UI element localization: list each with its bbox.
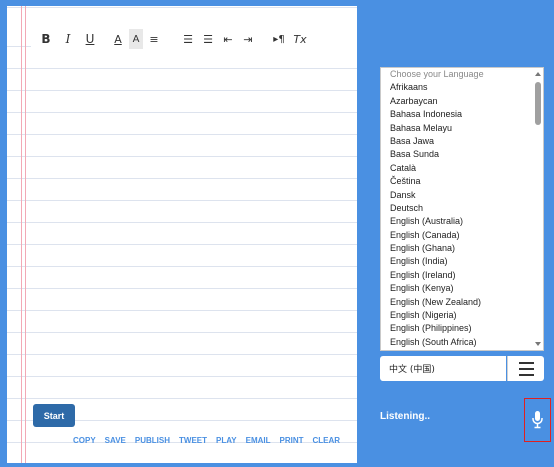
- language-option[interactable]: Català: [381, 162, 543, 175]
- align-button[interactable]: ≡: [147, 29, 161, 49]
- language-option[interactable]: Basa Sunda: [381, 148, 543, 161]
- microphone-button[interactable]: [524, 398, 551, 442]
- formatting-toolbar: B I U A A ≡ ☰ ☰ ⇤ ⇥ ▸¶ Tx: [31, 26, 357, 52]
- language-option[interactable]: Deutsch: [381, 202, 543, 215]
- print-link[interactable]: PRINT: [280, 436, 304, 445]
- language-option[interactable]: Azarbaycan: [381, 95, 543, 108]
- email-link[interactable]: EMAIL: [246, 436, 271, 445]
- language-listbox[interactable]: Choose your Language Afrikaans Azarbayca…: [380, 67, 544, 351]
- copy-link[interactable]: COPY: [73, 436, 96, 445]
- language-option[interactable]: English (Ghana): [381, 242, 543, 255]
- italic-button[interactable]: I: [61, 29, 75, 49]
- language-placeholder[interactable]: Choose your Language: [381, 68, 543, 81]
- language-option[interactable]: Čeština: [381, 175, 543, 188]
- play-link[interactable]: PLAY: [216, 436, 237, 445]
- dialect-select[interactable]: 中文 (中国): [380, 356, 506, 381]
- ordered-list-button[interactable]: ☰: [181, 29, 195, 49]
- language-option[interactable]: English (Ireland): [381, 269, 543, 282]
- scroll-thumb[interactable]: [535, 82, 541, 125]
- scroll-down-arrow-icon[interactable]: [535, 342, 541, 346]
- language-option[interactable]: English (New Zealand): [381, 296, 543, 309]
- indent-button[interactable]: ⇥: [241, 29, 255, 49]
- action-links: COPY SAVE PUBLISH TWEET PLAY EMAIL PRINT…: [73, 436, 349, 445]
- language-option[interactable]: English (India): [381, 255, 543, 268]
- language-option[interactable]: Dansk: [381, 189, 543, 202]
- language-option[interactable]: Afrikaans: [381, 81, 543, 94]
- font-color-button[interactable]: A: [111, 29, 125, 49]
- language-option[interactable]: Basa Jawa: [381, 135, 543, 148]
- language-option[interactable]: English (Philippines): [381, 322, 543, 335]
- save-link[interactable]: SAVE: [105, 436, 126, 445]
- clear-format-button[interactable]: Tx: [293, 29, 307, 49]
- language-option[interactable]: English (Australia): [381, 215, 543, 228]
- margin-line: [21, 6, 22, 463]
- language-option[interactable]: English (South Africa): [381, 336, 543, 349]
- publish-link[interactable]: PUBLISH: [135, 436, 170, 445]
- microphone-icon: [532, 411, 543, 429]
- language-option[interactable]: Bahasa Indonesia: [381, 108, 543, 121]
- language-option[interactable]: English (Nigeria): [381, 309, 543, 322]
- tweet-link[interactable]: TWEET: [179, 436, 207, 445]
- clear-link[interactable]: CLEAR: [313, 436, 341, 445]
- bold-button[interactable]: B: [39, 29, 53, 49]
- language-option[interactable]: English (Canada): [381, 229, 543, 242]
- language-option[interactable]: English (Kenya): [381, 282, 543, 295]
- language-option[interactable]: Bahasa Melayu: [381, 122, 543, 135]
- scrollbar[interactable]: [533, 68, 543, 350]
- hamburger-icon-bar: [518, 367, 534, 370]
- hamburger-icon-bar: [518, 373, 534, 376]
- status-text: Listening..: [380, 411, 430, 422]
- scroll-up-arrow-icon[interactable]: [535, 72, 541, 76]
- notepad[interactable]: B I U A A ≡ ☰ ☰ ⇤ ⇥ ▸¶ Tx Start COPY SAV…: [7, 6, 357, 463]
- bullet-list-button[interactable]: ☰: [201, 29, 215, 49]
- margin-line: [25, 6, 26, 463]
- background-color-button[interactable]: A: [129, 29, 143, 49]
- underline-button[interactable]: U: [83, 29, 97, 49]
- hamburger-icon-bar: [518, 361, 534, 364]
- outdent-button[interactable]: ⇤: [221, 29, 235, 49]
- menu-button[interactable]: [507, 356, 544, 381]
- text-direction-button[interactable]: ▸¶: [271, 29, 287, 49]
- start-button[interactable]: Start: [33, 404, 75, 427]
